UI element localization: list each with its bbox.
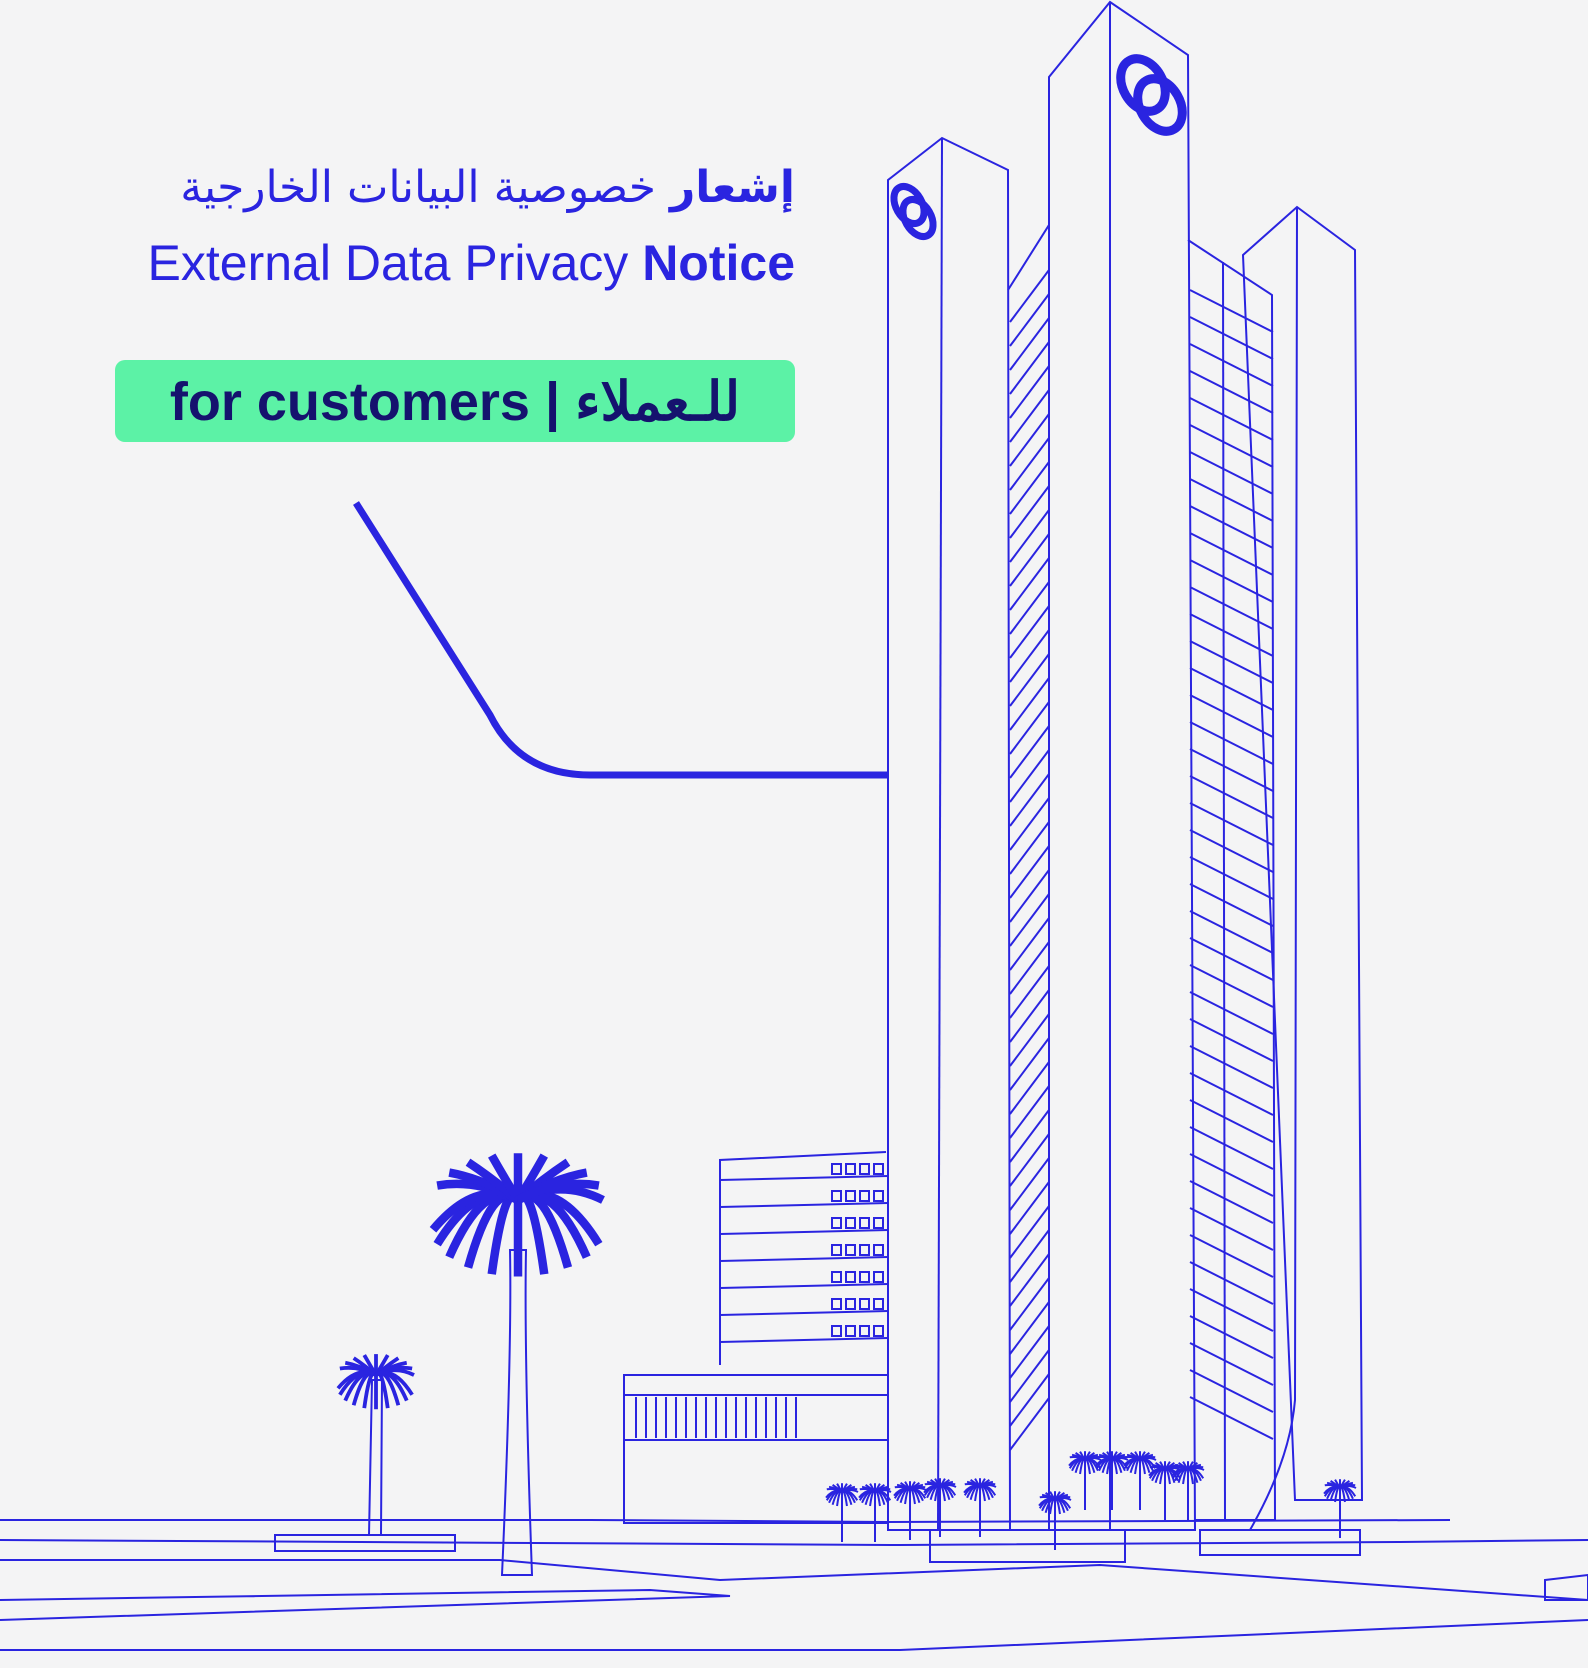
palm-trees bbox=[336, 1153, 1357, 1576]
english-title-regular: External Data Privacy bbox=[147, 235, 643, 291]
bank-logo-icon bbox=[1116, 54, 1187, 136]
connector-line bbox=[353, 501, 888, 779]
low-rise-building bbox=[623, 1151, 889, 1524]
customers-badge: for customers | للـعملاء bbox=[115, 360, 795, 442]
english-title-bold: Notice bbox=[642, 235, 795, 291]
right-tower bbox=[1241, 205, 1364, 1531]
ground-lines bbox=[0, 1519, 1588, 1651]
left-tower bbox=[887, 136, 1012, 1531]
center-tower bbox=[1048, 0, 1197, 1531]
arabic-title-regular: خصوصية البيانات الخارجية bbox=[180, 162, 656, 213]
headline: إشعار خصوصية البيانات الخارجية External … bbox=[148, 160, 795, 298]
glass-facade-left bbox=[1007, 221, 1050, 1531]
arabic-title-bold: إشعار bbox=[669, 162, 795, 213]
glass-facade-right bbox=[1187, 239, 1277, 1521]
arabic-title: إشعار خصوصية البيانات الخارجية bbox=[148, 160, 795, 216]
english-title: External Data Privacy Notice bbox=[148, 228, 795, 298]
bank-logo-icon-small bbox=[890, 183, 937, 240]
